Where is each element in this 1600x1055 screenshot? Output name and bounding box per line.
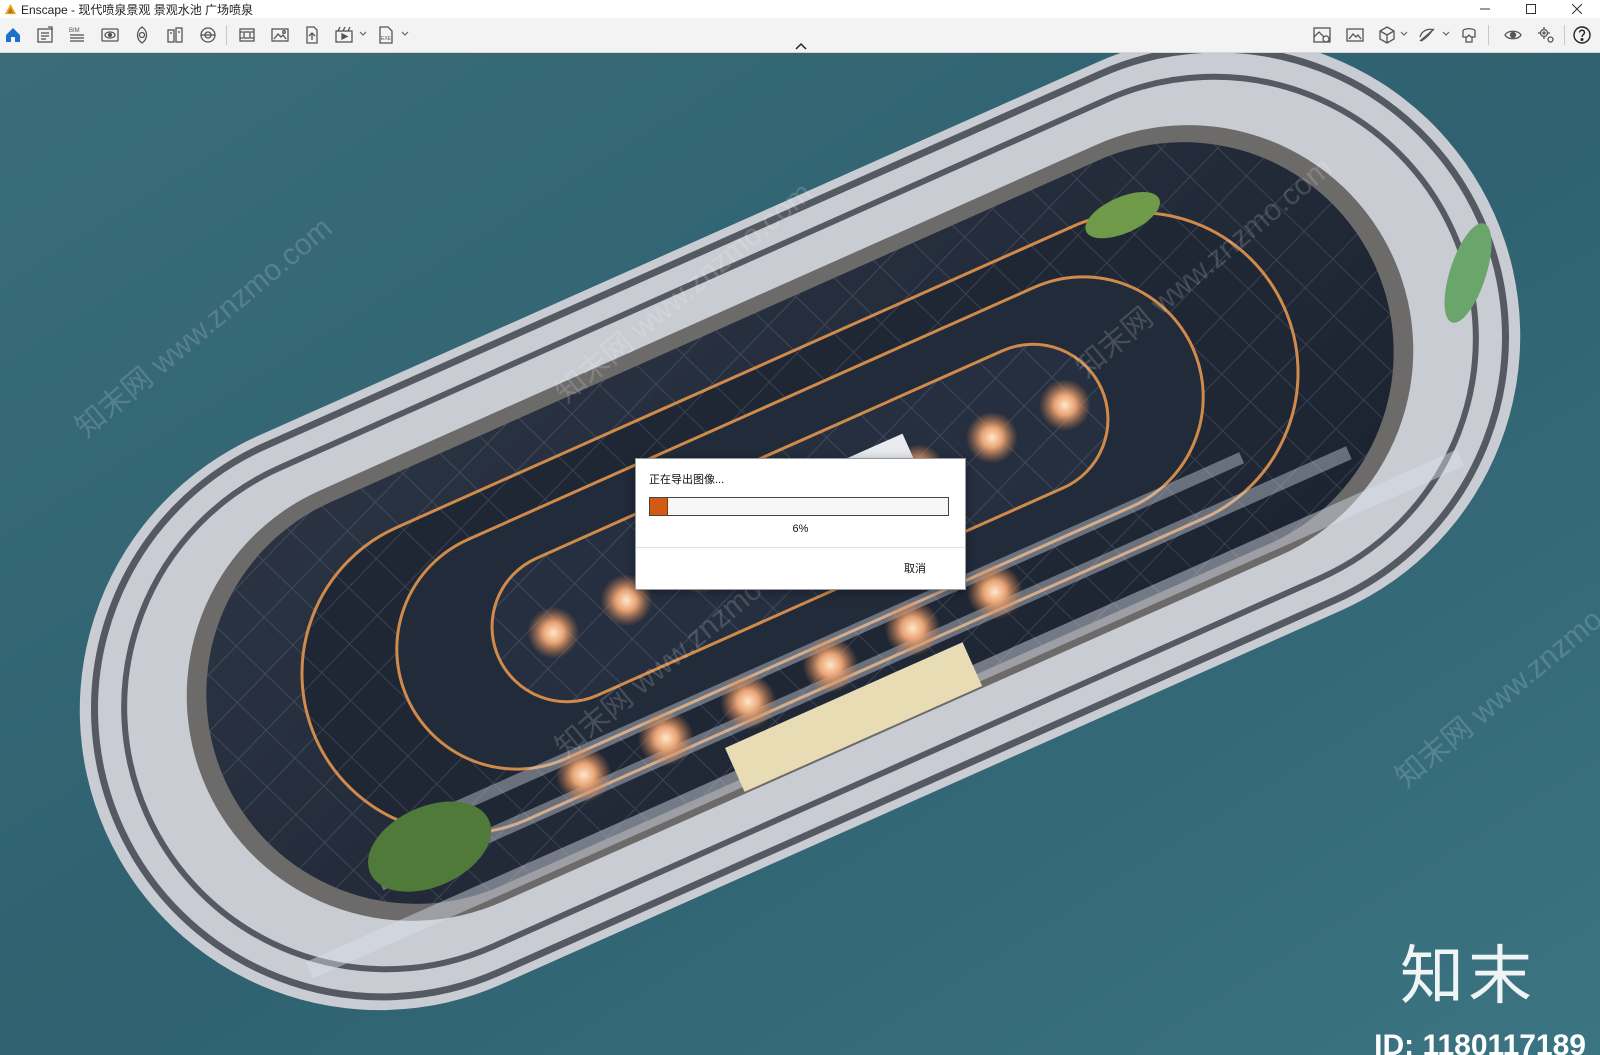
bim-label: BIM — [69, 28, 80, 34]
panorama-icon[interactable] — [197, 24, 219, 46]
batch-render-icon[interactable] — [236, 24, 258, 46]
video-export-icon[interactable] — [333, 24, 355, 46]
close-icon[interactable] — [1554, 0, 1600, 18]
toolbar-separator — [226, 25, 227, 45]
settings-icon[interactable] — [1535, 24, 1557, 46]
export-progress-dialog: 正在导出图像... 6% 取消 — [635, 458, 966, 590]
exe-export-icon[interactable]: EXE — [375, 24, 397, 46]
progress-fill — [650, 498, 668, 515]
capture-icon[interactable] — [1344, 24, 1366, 46]
brand-watermark: 知末 — [1400, 940, 1536, 1014]
screenshot-icon[interactable] — [269, 24, 291, 46]
progress-percent: 6% — [792, 523, 809, 535]
toolbar-separator — [1488, 25, 1489, 45]
window-title: Enscape - 现代喷泉景观 景观水池 广场喷泉 — [21, 2, 254, 17]
brand-id: ID: 1180117189 — [1374, 1029, 1586, 1055]
toolbar-separator — [1564, 25, 1565, 45]
maximize-icon[interactable] — [1508, 0, 1554, 18]
enscape-logo-icon — [4, 3, 17, 14]
main-toolbar: BIM EXE — [0, 18, 1600, 53]
vr-headset-icon[interactable] — [1458, 24, 1480, 46]
live-update-icon[interactable] — [1502, 24, 1524, 46]
bim-icon[interactable]: BIM — [66, 24, 88, 46]
window-controls — [1462, 0, 1600, 18]
chevron-down-icon[interactable] — [1400, 29, 1408, 39]
dialog-title: 正在导出图像... — [649, 474, 725, 486]
view-icon[interactable] — [99, 24, 121, 46]
progress-bar — [649, 497, 949, 516]
sync-icon[interactable] — [1416, 24, 1438, 46]
upload-icon[interactable] — [301, 24, 323, 46]
views-icon[interactable] — [1376, 24, 1398, 46]
exe-label: EXE — [381, 36, 392, 42]
chevron-down-icon[interactable] — [359, 29, 367, 39]
chevron-down-icon[interactable] — [401, 29, 409, 39]
chevron-up-icon[interactable] — [795, 42, 807, 50]
home-icon[interactable] — [2, 24, 24, 46]
cancel-button[interactable]: 取消 — [904, 560, 926, 576]
site-context-icon[interactable] — [164, 24, 186, 46]
title-bar: Enscape - 现代喷泉景观 景观水池 广场喷泉 — [0, 0, 1600, 18]
dialog-divider — [636, 547, 965, 548]
minimize-icon[interactable] — [1462, 0, 1508, 18]
chevron-down-icon[interactable] — [1442, 29, 1450, 39]
help-icon[interactable] — [1571, 24, 1593, 46]
asset-library-icon[interactable] — [34, 24, 56, 46]
visual-settings-icon[interactable] — [1311, 24, 1333, 46]
material-icon[interactable] — [131, 24, 153, 46]
